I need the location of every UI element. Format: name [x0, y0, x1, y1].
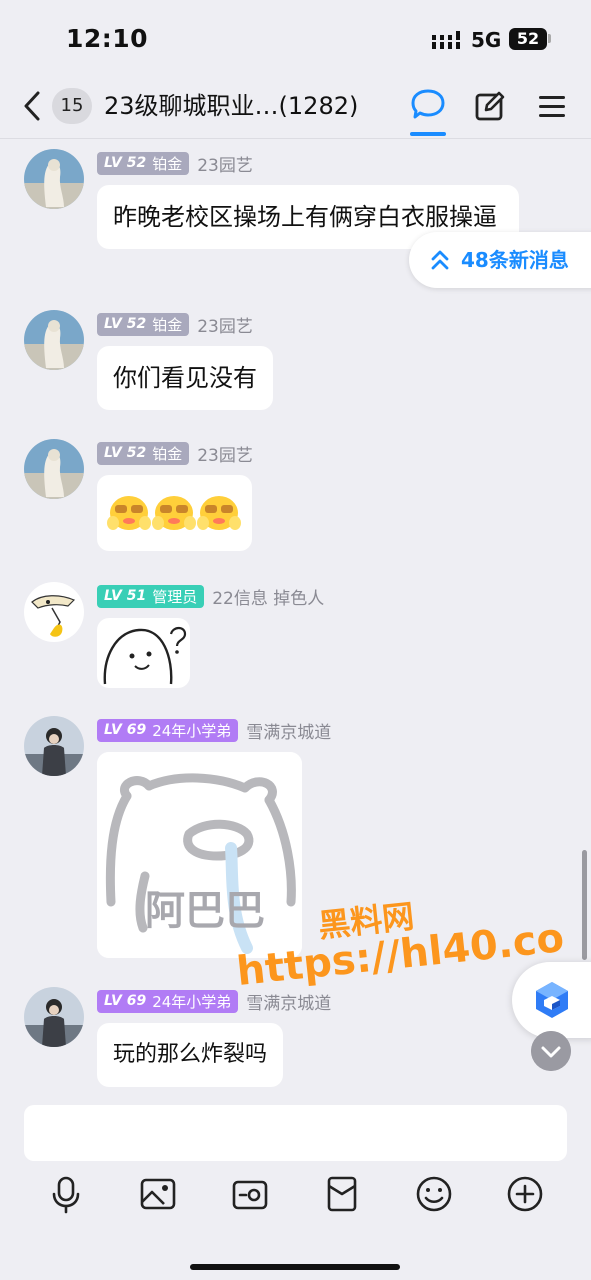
back-arrow-icon[interactable] — [18, 88, 48, 124]
message-meta: LV 52 铂金 23园艺 — [97, 151, 253, 176]
chat-bubble-icon[interactable] — [408, 86, 448, 126]
composer — [0, 1094, 591, 1280]
menu-icon[interactable] — [534, 88, 570, 124]
message-meta: LV 69 24年小学弟 雪满京城道 — [97, 718, 331, 743]
sender-name[interactable]: 23园艺 — [197, 312, 253, 337]
level-badge: LV 51 管理员 — [97, 584, 205, 608]
sender-name[interactable]: 22信息 掉色人 — [212, 584, 324, 609]
floating-app-button[interactable] — [512, 962, 591, 1038]
edit-icon[interactable] — [472, 88, 508, 124]
level-badge: LV 52 铂金 — [97, 441, 190, 465]
scrollbar[interactable] — [582, 850, 587, 960]
double-chevron-up-icon — [431, 250, 449, 270]
avatar[interactable] — [24, 310, 84, 370]
status-bar: 12:10 5G 52 — [0, 0, 591, 78]
battery-tip — [548, 34, 551, 43]
level-badge: LV 52 铂金 — [97, 151, 190, 175]
level-badge: LV 69 24年小学弟 — [97, 718, 239, 742]
mic-icon[interactable] — [46, 1174, 86, 1214]
cube-app-icon — [536, 982, 568, 1018]
message-bubble[interactable]: 你们看见没有 — [97, 346, 273, 410]
sender-name[interactable]: 雪满京城道 — [246, 718, 331, 743]
plus-icon[interactable] — [505, 1174, 545, 1214]
level-badge: LV 69 24年小学弟 — [97, 989, 239, 1013]
camera-icon[interactable] — [230, 1174, 270, 1214]
bear-doodle-image: 阿巴巴 — [97, 752, 302, 958]
new-messages-button[interactable]: 48条新消息 — [409, 232, 591, 288]
new-messages-label: 48条新消息 — [461, 248, 569, 272]
message-bubble[interactable]: 玩的那么炸裂吗 — [97, 1023, 284, 1087]
red-envelope-icon[interactable] — [322, 1174, 362, 1214]
sender-name[interactable]: 23园艺 — [197, 151, 253, 176]
sender-name[interactable]: 23园艺 — [197, 441, 253, 466]
status-time: 12:10 — [66, 24, 149, 53]
emoji-icon[interactable] — [414, 1174, 454, 1214]
abababa-sticker[interactable]: 阿巴巴 — [97, 752, 302, 958]
level-badge: LV 52 铂金 — [97, 312, 190, 336]
sticker-caption: 阿巴巴 — [145, 888, 265, 934]
message-meta: LV 69 24年小学弟 雪满京城道 — [97, 989, 331, 1014]
chat-header: 15 23级聊城职业…(1282) — [0, 78, 591, 139]
avatar[interactable] — [24, 716, 84, 776]
message-meta: LV 52 铂金 23园艺 — [97, 312, 253, 337]
scroll-down-icon[interactable] — [531, 1031, 571, 1071]
battery-icon: 52 — [509, 28, 547, 50]
image-icon[interactable] — [138, 1174, 178, 1214]
avatar[interactable] — [24, 987, 84, 1047]
avatar[interactable] — [24, 439, 84, 499]
message-meta: LV 51 管理员 22信息 掉色人 — [97, 584, 324, 609]
home-indicator[interactable] — [190, 1264, 400, 1270]
unread-count-badge[interactable]: 15 — [52, 88, 92, 124]
message-meta: LV 52 铂金 23园艺 — [97, 441, 253, 466]
group-title[interactable]: 23级聊城职业…(1282) — [104, 88, 358, 124]
message-input[interactable] — [24, 1105, 567, 1161]
doodle-face-sticker[interactable] — [97, 618, 190, 688]
network-label: 5G — [471, 28, 502, 52]
signal-icon — [432, 31, 460, 49]
avatar[interactable] — [24, 582, 84, 642]
avatar[interactable] — [24, 149, 84, 209]
emoji-faces-sticker[interactable] — [97, 475, 252, 551]
active-tab-indicator — [410, 132, 446, 136]
